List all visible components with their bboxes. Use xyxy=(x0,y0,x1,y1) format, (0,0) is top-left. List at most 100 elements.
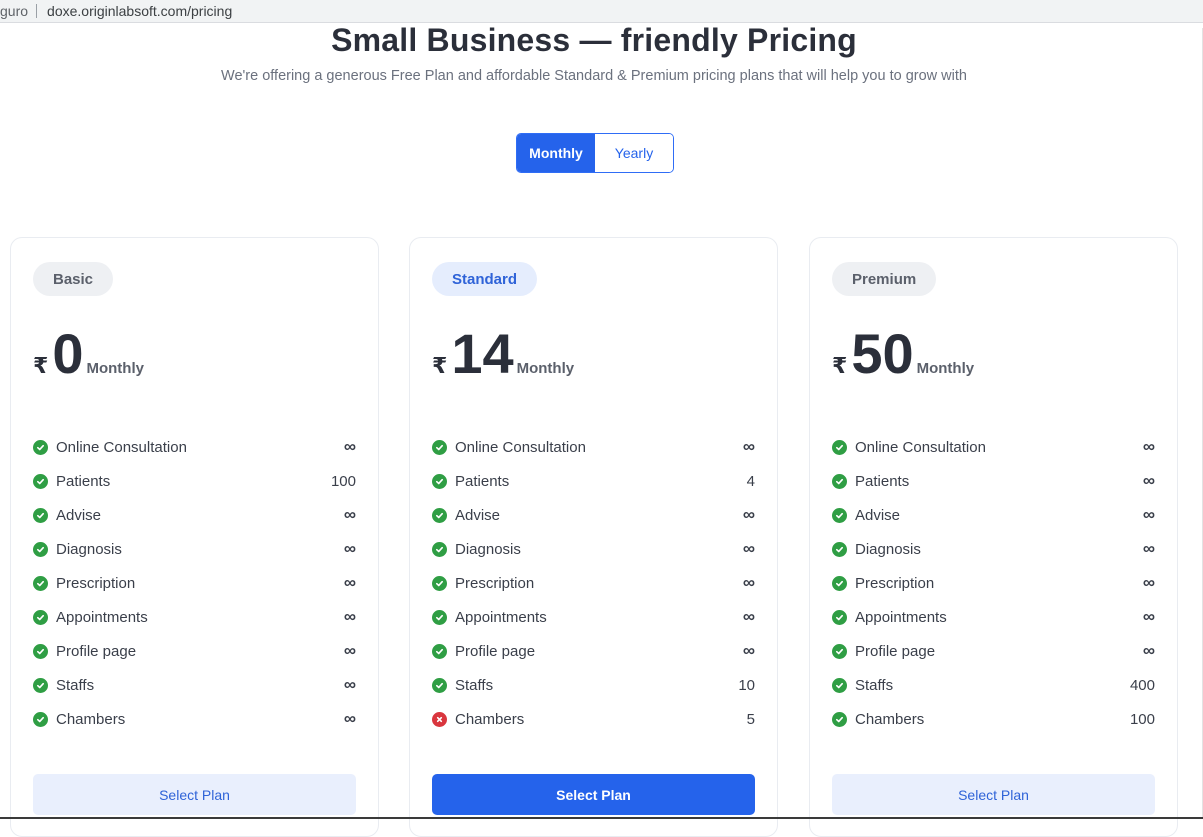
feature-value: 5 xyxy=(747,711,755,728)
page-subtitle: We're offering a generous Free Plan and … xyxy=(0,68,1188,84)
select-plan-button-basic[interactable]: Select Plan xyxy=(33,774,356,815)
feature-label: Advise xyxy=(855,507,1143,524)
price-period: Monthly xyxy=(86,360,144,377)
feature-row: Patients 100 xyxy=(33,464,356,498)
yearly-toggle-button[interactable]: Yearly xyxy=(595,134,673,172)
feature-label: Staffs xyxy=(56,677,344,694)
check-circle-icon xyxy=(33,576,48,591)
check-circle-icon xyxy=(832,610,847,625)
feature-row: Prescription ∞ xyxy=(432,566,755,600)
site-fragment: guro xyxy=(0,3,28,19)
feature-row: Patients 4 xyxy=(432,464,755,498)
feature-list: Online Consultation ∞ Patients 4 Advise … xyxy=(432,430,755,736)
check-circle-icon xyxy=(33,440,48,455)
feature-value: ∞ xyxy=(344,505,356,525)
check-circle-icon xyxy=(832,508,847,523)
price-amount: 14 xyxy=(451,326,513,382)
feature-value: ∞ xyxy=(1143,539,1155,559)
address-bar[interactable]: guro doxe.originlabsoft.com/pricing xyxy=(0,0,1203,23)
check-circle-icon xyxy=(33,542,48,557)
feature-label: Patients xyxy=(855,473,1143,490)
plan-name-badge: Premium xyxy=(832,262,936,296)
feature-value: ∞ xyxy=(344,573,356,593)
feature-label: Chambers xyxy=(855,711,1130,728)
price-period: Monthly xyxy=(517,360,575,377)
feature-row: Diagnosis ∞ xyxy=(33,532,356,566)
select-plan-button-standard[interactable]: Select Plan xyxy=(432,774,755,815)
feature-label: Profile page xyxy=(455,643,743,660)
check-circle-icon xyxy=(432,474,447,489)
feature-value: ∞ xyxy=(743,573,755,593)
feature-row: Staffs 10 xyxy=(432,668,755,702)
feature-value: ∞ xyxy=(1143,607,1155,627)
feature-label: Appointments xyxy=(855,609,1143,626)
address-divider xyxy=(36,4,37,18)
feature-row: Chambers 5 xyxy=(432,702,755,736)
feature-list: Online Consultation ∞ Patients 100 Advis… xyxy=(33,430,356,736)
billing-toggle: Monthly Yearly xyxy=(516,133,674,173)
feature-row: Online Consultation ∞ xyxy=(832,430,1155,464)
feature-row: Advise ∞ xyxy=(33,498,356,532)
feature-label: Patients xyxy=(455,473,747,490)
feature-row: Patients ∞ xyxy=(832,464,1155,498)
feature-label: Chambers xyxy=(56,711,344,728)
select-plan-button-premium[interactable]: Select Plan xyxy=(832,774,1155,815)
feature-row: Appointments ∞ xyxy=(33,600,356,634)
check-circle-icon xyxy=(432,508,447,523)
monthly-toggle-button[interactable]: Monthly xyxy=(517,134,595,172)
feature-value: 100 xyxy=(1130,711,1155,728)
feature-row: Advise ∞ xyxy=(432,498,755,532)
feature-label: Online Consultation xyxy=(56,439,344,456)
url-text[interactable]: doxe.originlabsoft.com/pricing xyxy=(47,3,232,19)
feature-label: Advise xyxy=(56,507,344,524)
feature-label: Prescription xyxy=(855,575,1143,592)
feature-label: Staffs xyxy=(855,677,1130,694)
feature-row: Staffs ∞ xyxy=(33,668,356,702)
price-period: Monthly xyxy=(917,360,975,377)
feature-value: 4 xyxy=(747,473,755,490)
feature-label: Staffs xyxy=(455,677,738,694)
check-circle-icon xyxy=(832,644,847,659)
feature-row: Chambers 100 xyxy=(832,702,1155,736)
page-title: Small Business — friendly Pricing xyxy=(0,22,1188,59)
feature-label: Diagnosis xyxy=(855,541,1143,558)
feature-row: Profile page ∞ xyxy=(33,634,356,668)
check-circle-icon xyxy=(33,678,48,693)
feature-value: ∞ xyxy=(1143,573,1155,593)
feature-value: ∞ xyxy=(1143,471,1155,491)
feature-label: Patients xyxy=(56,473,331,490)
feature-row: Diagnosis ∞ xyxy=(832,532,1155,566)
plan-name-badge: Standard xyxy=(432,262,537,296)
check-circle-icon xyxy=(432,610,447,625)
currency-symbol: ₹ xyxy=(33,353,48,379)
plan-price: ₹ 50 Monthly xyxy=(832,326,974,382)
feature-list: Online Consultation ∞ Patients ∞ Advise … xyxy=(832,430,1155,736)
plan-name-badge: Basic xyxy=(33,262,113,296)
feature-value: ∞ xyxy=(743,607,755,627)
check-circle-icon xyxy=(33,474,48,489)
price-amount: 50 xyxy=(851,326,913,382)
price-amount: 0 xyxy=(52,326,83,382)
plan-card-standard: Standard ₹ 14 Monthly Online Consultatio… xyxy=(409,237,778,837)
feature-row: Appointments ∞ xyxy=(832,600,1155,634)
feature-label: Profile page xyxy=(855,643,1143,660)
x-circle-icon xyxy=(432,712,447,727)
feature-label: Appointments xyxy=(455,609,743,626)
feature-value: ∞ xyxy=(344,539,356,559)
check-circle-icon xyxy=(33,644,48,659)
check-circle-icon xyxy=(432,440,447,455)
feature-label: Prescription xyxy=(455,575,743,592)
feature-value: ∞ xyxy=(1143,505,1155,525)
check-circle-icon xyxy=(33,712,48,727)
check-circle-icon xyxy=(832,474,847,489)
feature-row: Online Consultation ∞ xyxy=(33,430,356,464)
feature-row: Appointments ∞ xyxy=(432,600,755,634)
feature-row: Online Consultation ∞ xyxy=(432,430,755,464)
feature-label: Online Consultation xyxy=(855,439,1143,456)
feature-value: ∞ xyxy=(344,607,356,627)
feature-label: Advise xyxy=(455,507,743,524)
feature-label: Profile page xyxy=(56,643,344,660)
feature-label: Prescription xyxy=(56,575,344,592)
check-circle-icon xyxy=(832,678,847,693)
feature-value: 400 xyxy=(1130,677,1155,694)
